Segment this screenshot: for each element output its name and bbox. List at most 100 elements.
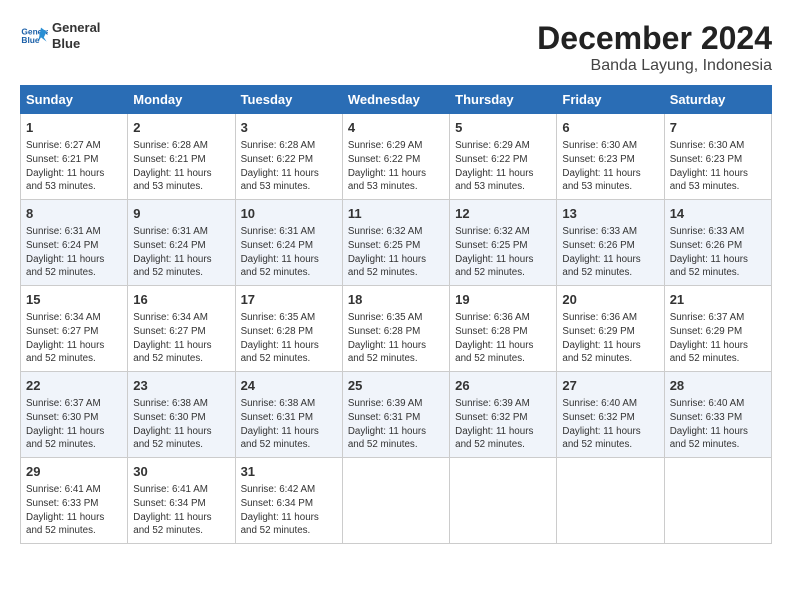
day-number: 11 bbox=[348, 205, 444, 223]
day-info: Sunrise: 6:31 AM Sunset: 6:24 PM Dayligh… bbox=[133, 225, 229, 280]
day-cell: 14Sunrise: 6:33 AM Sunset: 6:26 PM Dayli… bbox=[664, 200, 771, 286]
day-info: Sunrise: 6:35 AM Sunset: 6:28 PM Dayligh… bbox=[348, 311, 444, 366]
day-cell bbox=[664, 458, 771, 544]
day-cell: 5 Sunrise: 6:29 AM Sunset: 6:22 PM Daylig… bbox=[450, 114, 557, 200]
week-row-3: 15 Sunrise: 6:34 AM Sunset: 6:27 PM Dayli… bbox=[21, 286, 772, 372]
day-cell: 22 Sunrise: 6:37 AM Sunset: 6:30 PM Dayli… bbox=[21, 372, 128, 458]
col-header-thursday: Thursday bbox=[450, 86, 557, 114]
day-info: Sunrise: 6:30 AM Sunset: 6:23 PM Dayligh… bbox=[562, 139, 658, 194]
day-info: Sunrise: 6:41 AM Sunset: 6:33 PM Dayligh… bbox=[26, 483, 122, 538]
day-info: Sunrise: 6:38 AM Sunset: 6:30 PM Dayligh… bbox=[133, 397, 229, 452]
day-cell bbox=[557, 458, 664, 544]
day-cell: 1Sunrise: 6:27 AM Sunset: 6:21 PM Daylig… bbox=[21, 114, 128, 200]
col-header-monday: Monday bbox=[128, 86, 235, 114]
day-cell: 25 Sunrise: 6:39 AM Sunset: 6:31 PM Dayli… bbox=[342, 372, 449, 458]
day-info: Sunrise: 6:40 AM Sunset: 6:32 PM Dayligh… bbox=[562, 397, 658, 452]
day-cell: 20 Sunrise: 6:36 AM Sunset: 6:29 PM Dayli… bbox=[557, 286, 664, 372]
day-number: 21 bbox=[670, 291, 766, 309]
day-cell: 9 Sunrise: 6:31 AM Sunset: 6:24 PM Daylig… bbox=[128, 200, 235, 286]
day-number: 25 bbox=[348, 377, 444, 395]
day-number: 13 bbox=[562, 205, 658, 223]
header-row: SundayMondayTuesdayWednesdayThursdayFrid… bbox=[21, 86, 772, 114]
day-number: 16 bbox=[133, 291, 229, 309]
day-number: 26 bbox=[455, 377, 551, 395]
day-info: Sunrise: 6:29 AM Sunset: 6:22 PM Dayligh… bbox=[348, 139, 444, 194]
day-cell: 18 Sunrise: 6:35 AM Sunset: 6:28 PM Dayli… bbox=[342, 286, 449, 372]
day-info: Sunrise: 6:39 AM Sunset: 6:31 PM Dayligh… bbox=[348, 397, 444, 452]
day-info: Sunrise: 6:29 AM Sunset: 6:22 PM Dayligh… bbox=[455, 139, 551, 194]
day-number: 18 bbox=[348, 291, 444, 309]
logo: General Blue General Blue bbox=[20, 20, 100, 51]
day-cell: 29 Sunrise: 6:41 AM Sunset: 6:33 PM Dayli… bbox=[21, 458, 128, 544]
page-header: General Blue General Blue December 2024 … bbox=[20, 20, 772, 75]
day-number: 14 bbox=[670, 205, 766, 223]
day-cell: 8Sunrise: 6:31 AM Sunset: 6:24 PM Daylig… bbox=[21, 200, 128, 286]
day-number: 9 bbox=[133, 205, 229, 223]
day-info: Sunrise: 6:30 AM Sunset: 6:23 PM Dayligh… bbox=[670, 139, 766, 194]
day-number: 5 bbox=[455, 119, 551, 137]
day-info: Sunrise: 6:33 AM Sunset: 6:26 PM Dayligh… bbox=[562, 225, 658, 280]
day-info: Sunrise: 6:37 AM Sunset: 6:30 PM Dayligh… bbox=[26, 397, 122, 452]
day-cell: 3Sunrise: 6:28 AM Sunset: 6:22 PM Daylig… bbox=[235, 114, 342, 200]
day-cell: 27 Sunrise: 6:40 AM Sunset: 6:32 PM Dayli… bbox=[557, 372, 664, 458]
day-info: Sunrise: 6:37 AM Sunset: 6:29 PM Dayligh… bbox=[670, 311, 766, 366]
day-number: 20 bbox=[562, 291, 658, 309]
day-number: 30 bbox=[133, 463, 229, 481]
day-info: Sunrise: 6:31 AM Sunset: 6:24 PM Dayligh… bbox=[241, 225, 337, 280]
main-title: December 2024 bbox=[537, 20, 772, 57]
day-cell: 31 Sunrise: 6:42 AM Sunset: 6:34 PM Dayli… bbox=[235, 458, 342, 544]
day-info: Sunrise: 6:42 AM Sunset: 6:34 PM Dayligh… bbox=[241, 483, 337, 538]
day-cell: 11 Sunrise: 6:32 AM Sunset: 6:25 PM Dayli… bbox=[342, 200, 449, 286]
day-cell: 30 Sunrise: 6:41 AM Sunset: 6:34 PM Dayli… bbox=[128, 458, 235, 544]
week-row-4: 22 Sunrise: 6:37 AM Sunset: 6:30 PM Dayli… bbox=[21, 372, 772, 458]
day-number: 6 bbox=[562, 119, 658, 137]
day-cell: 15 Sunrise: 6:34 AM Sunset: 6:27 PM Dayli… bbox=[21, 286, 128, 372]
svg-text:Blue: Blue bbox=[21, 35, 39, 45]
day-number: 15 bbox=[26, 291, 122, 309]
week-row-1: 1Sunrise: 6:27 AM Sunset: 6:21 PM Daylig… bbox=[21, 114, 772, 200]
day-info: Sunrise: 6:34 AM Sunset: 6:27 PM Dayligh… bbox=[26, 311, 122, 366]
logo-icon: General Blue bbox=[20, 22, 48, 50]
day-info: Sunrise: 6:36 AM Sunset: 6:28 PM Dayligh… bbox=[455, 311, 551, 366]
day-info: Sunrise: 6:32 AM Sunset: 6:25 PM Dayligh… bbox=[348, 225, 444, 280]
logo-text-line2: Blue bbox=[52, 36, 100, 52]
day-number: 12 bbox=[455, 205, 551, 223]
day-number: 19 bbox=[455, 291, 551, 309]
day-cell: 26 Sunrise: 6:39 AM Sunset: 6:32 PM Dayli… bbox=[450, 372, 557, 458]
day-cell: 24Sunrise: 6:38 AM Sunset: 6:31 PM Dayli… bbox=[235, 372, 342, 458]
col-header-sunday: Sunday bbox=[21, 86, 128, 114]
day-number: 23 bbox=[133, 377, 229, 395]
day-number: 31 bbox=[241, 463, 337, 481]
day-info: Sunrise: 6:40 AM Sunset: 6:33 PM Dayligh… bbox=[670, 397, 766, 452]
calendar-header: SundayMondayTuesdayWednesdayThursdayFrid… bbox=[21, 86, 772, 114]
day-number: 28 bbox=[670, 377, 766, 395]
subtitle: Banda Layung, Indonesia bbox=[537, 57, 772, 75]
day-number: 24 bbox=[241, 377, 337, 395]
day-number: 3 bbox=[241, 119, 337, 137]
day-number: 27 bbox=[562, 377, 658, 395]
col-header-saturday: Saturday bbox=[664, 86, 771, 114]
day-cell: 4 Sunrise: 6:29 AM Sunset: 6:22 PM Daylig… bbox=[342, 114, 449, 200]
day-info: Sunrise: 6:41 AM Sunset: 6:34 PM Dayligh… bbox=[133, 483, 229, 538]
day-info: Sunrise: 6:39 AM Sunset: 6:32 PM Dayligh… bbox=[455, 397, 551, 452]
day-cell: 6 Sunrise: 6:30 AM Sunset: 6:23 PM Daylig… bbox=[557, 114, 664, 200]
week-row-2: 8Sunrise: 6:31 AM Sunset: 6:24 PM Daylig… bbox=[21, 200, 772, 286]
day-cell: 19 Sunrise: 6:36 AM Sunset: 6:28 PM Dayli… bbox=[450, 286, 557, 372]
day-cell: 12 Sunrise: 6:32 AM Sunset: 6:25 PM Dayli… bbox=[450, 200, 557, 286]
day-cell: 16 Sunrise: 6:34 AM Sunset: 6:27 PM Dayli… bbox=[128, 286, 235, 372]
day-info: Sunrise: 6:32 AM Sunset: 6:25 PM Dayligh… bbox=[455, 225, 551, 280]
day-info: Sunrise: 6:34 AM Sunset: 6:27 PM Dayligh… bbox=[133, 311, 229, 366]
logo-text-line1: General bbox=[52, 20, 100, 36]
day-number: 4 bbox=[348, 119, 444, 137]
day-number: 10 bbox=[241, 205, 337, 223]
day-info: Sunrise: 6:31 AM Sunset: 6:24 PM Dayligh… bbox=[26, 225, 122, 280]
calendar-table: SundayMondayTuesdayWednesdayThursdayFrid… bbox=[20, 85, 772, 544]
calendar-body: 1Sunrise: 6:27 AM Sunset: 6:21 PM Daylig… bbox=[21, 114, 772, 544]
day-number: 17 bbox=[241, 291, 337, 309]
day-cell bbox=[342, 458, 449, 544]
day-number: 22 bbox=[26, 377, 122, 395]
day-info: Sunrise: 6:36 AM Sunset: 6:29 PM Dayligh… bbox=[562, 311, 658, 366]
week-row-5: 29 Sunrise: 6:41 AM Sunset: 6:33 PM Dayli… bbox=[21, 458, 772, 544]
day-number: 29 bbox=[26, 463, 122, 481]
day-cell: 17Sunrise: 6:35 AM Sunset: 6:28 PM Dayli… bbox=[235, 286, 342, 372]
